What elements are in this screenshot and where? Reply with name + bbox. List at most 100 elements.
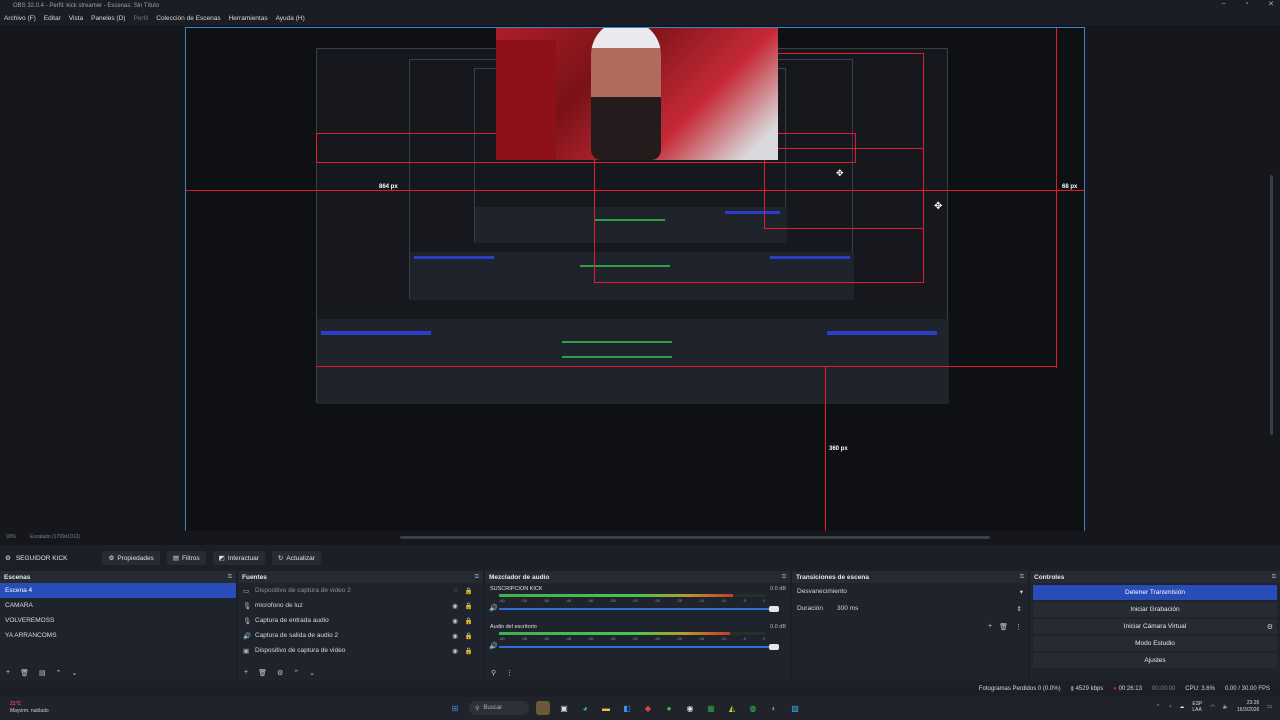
app-icon[interactable]: ◭ [725, 701, 739, 715]
undock-icon[interactable]: ⧉ [782, 574, 786, 581]
windows-start-icon[interactable]: ⊞ [448, 701, 462, 715]
chevron-up-icon[interactable]: ⌃ [1156, 704, 1160, 710]
lock-icon[interactable]: 🔒 [465, 602, 473, 610]
menu-icon[interactable]: ⋮ [1015, 623, 1022, 631]
language[interactable]: ESP LAA [1192, 701, 1202, 713]
lock-icon[interactable]: 🔒 [465, 647, 473, 655]
obs-icon[interactable]: ◉ [683, 701, 697, 715]
wifi-icon[interactable]: ◠ [1210, 704, 1214, 710]
lock-icon[interactable]: 🔒 [465, 632, 473, 640]
undock-icon[interactable]: ⧉ [1020, 574, 1024, 581]
undock-icon[interactable]: ⧉ [228, 574, 232, 581]
menu-archivo[interactable]: Archivo (F) [4, 15, 36, 22]
settings-button[interactable]: Ajustes [1033, 653, 1277, 668]
source-item[interactable]: ▣ Dispositivo de captura de video ◉ 🔒 [238, 643, 483, 658]
add-icon[interactable]: + [988, 623, 992, 631]
edge-icon[interactable]: ◕ [578, 701, 592, 715]
scene-item[interactable]: CAMARA [0, 598, 236, 613]
menu-icon[interactable]: ⋮ [506, 669, 513, 677]
onedrive-icon[interactable]: ☁ [1179, 704, 1184, 710]
menu-ayuda[interactable]: Ayuda (H) [276, 15, 305, 22]
volume-icon[interactable]: 🔊 [489, 642, 498, 650]
scene-item[interactable]: Escena 4 [0, 583, 236, 598]
volume-icon[interactable]: 🔈 [1223, 704, 1229, 710]
source-item[interactable]: ▭ Dispositivo de captura de video 2 ◌ 🔒 [238, 583, 483, 598]
preview-scrollbar[interactable] [1270, 175, 1273, 435]
webcam-source[interactable] [496, 28, 778, 160]
menu-vista[interactable]: Vista [69, 15, 83, 22]
slider-knob[interactable] [769, 606, 779, 612]
properties-button[interactable]: ⚙ Propiedades [102, 551, 160, 565]
source-item[interactable]: 🎙 Captura de entrada audio ◉ 🔒 [238, 613, 483, 628]
volume-slider[interactable] [499, 644, 779, 650]
duration-input[interactable]: 300 ms [837, 605, 858, 612]
menu-editar[interactable]: Editar [44, 15, 61, 22]
trash-icon[interactable]: 🗑 [258, 669, 267, 677]
preview-area[interactable]: 864 px 68 px 360 px ✥ ✥ [0, 25, 1280, 545]
spin-icon[interactable]: ⇕ [1017, 605, 1022, 613]
refresh-button[interactable]: ↻ Actualizar [271, 551, 321, 565]
scene-item[interactable]: VOLVEREMOSS [0, 613, 236, 628]
weather-widget[interactable]: 21°C Mayorm. nublado [10, 701, 49, 715]
lock-icon[interactable]: 🔒 [465, 587, 473, 595]
minimize-button[interactable]: – [1222, 0, 1226, 8]
meter-tick-label: -15 [698, 598, 705, 603]
eye-icon[interactable]: ◉ [452, 602, 458, 610]
lock-icon[interactable]: 🔒 [465, 617, 473, 625]
spotify-icon[interactable]: ● [662, 701, 676, 715]
discord-icon[interactable]: ◐ [767, 701, 781, 715]
slider-knob[interactable] [769, 644, 779, 650]
volume-icon[interactable]: 🔊 [489, 604, 498, 612]
up-icon[interactable]: ⌃ [56, 669, 62, 677]
widgets-icon[interactable] [536, 701, 550, 715]
search-box[interactable]: ⚲ Buscar [469, 701, 529, 715]
source-item[interactable]: 🎙 microfono de luz ◉ 🔒 [238, 598, 483, 613]
volume-slider[interactable] [499, 606, 779, 612]
menu-coleccion[interactable]: Colección de Escenas [156, 15, 220, 22]
add-icon[interactable]: + [6, 669, 10, 677]
menu-herramientas[interactable]: Herramientas [229, 15, 268, 22]
studio-mode-button[interactable]: Modo Estudio [1033, 636, 1277, 651]
up-icon[interactable]: ⌃ [293, 669, 299, 677]
xbox-icon[interactable]: ◍ [746, 701, 760, 715]
gear-icon[interactable]: ⚙ [277, 669, 283, 677]
filters-button[interactable]: ▤ Filtros [166, 551, 206, 565]
brave-icon[interactable]: ◆ [641, 701, 655, 715]
down-icon[interactable]: ⌄ [71, 669, 77, 677]
undock-icon[interactable]: ⧉ [1272, 574, 1276, 581]
menu-paneles[interactable]: Paneles (D) [91, 15, 125, 22]
scene-item[interactable]: YA ARRANCOMS [0, 628, 236, 643]
virtual-camera-button[interactable]: Iniciar Cámara Virtual ⚙ [1033, 619, 1277, 634]
interact-button[interactable]: ◩ Interactuar [212, 551, 265, 565]
scroll-thumb[interactable] [400, 536, 990, 539]
start-recording-button[interactable]: Iniciar Grabación [1033, 602, 1277, 617]
trash-icon[interactable]: 🗑 [20, 669, 29, 677]
down-icon[interactable]: ⌄ [309, 669, 315, 677]
transition-select[interactable]: Desvanecimiento ▾ [792, 583, 1028, 600]
stop-streaming-button[interactable]: Detener Transmisión [1033, 585, 1277, 600]
add-icon[interactable]: + [244, 669, 248, 677]
notification-icon[interactable]: ▭ [1267, 704, 1272, 710]
eye-icon[interactable]: ◉ [452, 632, 458, 640]
link-icon[interactable]: ⚲ [491, 669, 496, 677]
photos-icon[interactable]: ▧ [788, 701, 802, 715]
close-button[interactable]: ✕ [1268, 0, 1274, 8]
eye-icon[interactable]: ◉ [452, 617, 458, 625]
task-view-icon[interactable]: ▣ [557, 701, 571, 715]
clock[interactable]: 23:26 16/3/2026 [1237, 700, 1259, 714]
gear-icon[interactable]: ⚙ [1267, 623, 1273, 631]
program-canvas[interactable]: 864 px 68 px 360 px ✥ ✥ [185, 27, 1085, 535]
folder-icon[interactable]: ▬ [599, 701, 613, 715]
menu-perfil[interactable]: Perfil [133, 15, 148, 22]
filter-icon[interactable]: ▤ [39, 669, 46, 677]
eye-icon[interactable]: ◉ [452, 647, 458, 655]
maximize-button[interactable]: ▫ [1246, 0, 1248, 8]
trash-icon[interactable]: 🗑 [999, 623, 1008, 631]
store-icon[interactable]: ◧ [620, 701, 634, 715]
eye-hidden-icon[interactable]: ◌ [454, 587, 458, 595]
excel-icon[interactable]: ▦ [704, 701, 718, 715]
undock-icon[interactable]: ⧉ [475, 574, 479, 581]
source-item[interactable]: 🔊 Captura de salida de audio 2 ◉ 🔒 [238, 628, 483, 643]
preview-hscroll[interactable]: 93% Escalado (1799x1012) [0, 531, 1280, 545]
network-icon[interactable]: ◔ [1168, 704, 1171, 710]
